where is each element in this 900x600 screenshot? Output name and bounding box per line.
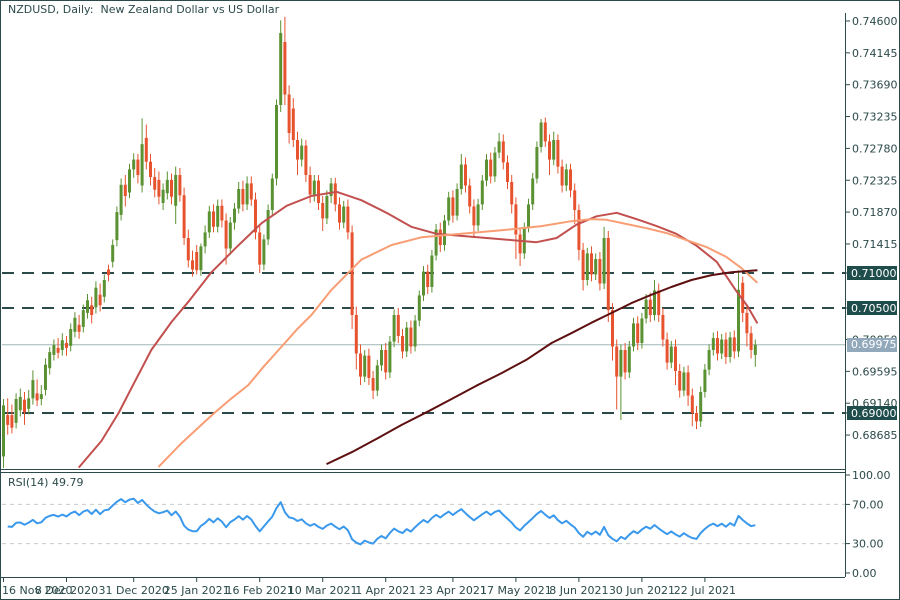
time-axis[interactable]: 16 Nov 20208 Dec 202031 Dec 202025 Jan 2… [2, 577, 736, 597]
price-axis-label: 0.69595 [852, 365, 898, 378]
main-plot-area[interactable] [2, 17, 845, 469]
time-axis-label: 1 Apr 2021 [355, 584, 416, 597]
price-axis-label: 0.73235 [852, 111, 898, 124]
candlesticks [2, 17, 757, 469]
price-axis-label: 0.74600 [852, 15, 898, 28]
ma-fast-red-line [79, 192, 758, 468]
price-axis-label: 0.71415 [852, 238, 898, 251]
rsi-axis-label: 70.00 [852, 498, 884, 511]
time-axis-label: 17 May 2021 [480, 584, 552, 597]
window-border [1, 1, 900, 600]
price-axis-label: 0.72780 [852, 142, 898, 155]
level-price-box-label: 0.70500 [851, 302, 897, 315]
time-axis-label: 30 Jun 2021 [609, 584, 675, 597]
rsi-panel[interactable] [2, 499, 845, 545]
rsi-indicator-label: RSI(14) 49.79 [8, 476, 83, 489]
rsi-axis-label: 30.00 [852, 538, 884, 551]
time-axis-label: 10 Mar 2021 [288, 584, 358, 597]
price-axis-label: 0.72325 [852, 174, 898, 187]
rsi-line [8, 499, 756, 545]
rsi-axis-label: 100.00 [852, 469, 891, 482]
price-axis[interactable]: 0.74600 0.74145 0.73690 0.73235 0.72780 0.723… [845, 15, 898, 580]
time-axis-label: 16 Feb 2021 [225, 584, 293, 597]
time-axis-label: 31 Dec 2020 [99, 584, 169, 597]
rsi-axis-label: 0.00 [852, 567, 877, 580]
price-axis-label: 0.68685 [852, 429, 898, 442]
current-price-tag: 0.69975 [847, 338, 897, 352]
price-axis-label: 0.73690 [852, 79, 898, 92]
price-axis-label: 0.71870 [852, 206, 898, 219]
time-axis-label: 25 Jan 2021 [164, 584, 230, 597]
time-axis-label: 8 Dec 2020 [35, 584, 98, 597]
mt4-chart-window: 0.74600 0.74145 0.73690 0.73235 0.72780 0.723… [0, 0, 900, 600]
chart-canvas[interactable]: 0.74600 0.74145 0.73690 0.73235 0.72780 0.723… [0, 0, 900, 600]
level-price-box-label: 0.69000 [851, 407, 897, 420]
price-axis-label: 0.74145 [852, 47, 898, 60]
chart-title: NZDUSD, Daily: New Zealand Dollar vs US … [8, 3, 279, 16]
time-axis-label: 8 Jun 2021 [549, 584, 608, 597]
level-price-box-label: 0.71000 [851, 267, 897, 280]
time-axis-label: 23 Apr 2021 [419, 584, 487, 597]
time-axis-label: 22 Jul 2021 [674, 584, 736, 597]
